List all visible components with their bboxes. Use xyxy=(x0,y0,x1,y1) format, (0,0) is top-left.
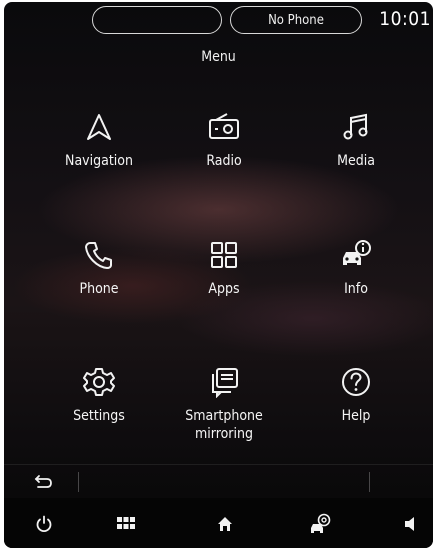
tile-label: Help xyxy=(341,408,371,424)
tile-media[interactable]: Media xyxy=(291,110,421,210)
tile-label: Apps xyxy=(208,281,240,297)
tile-settings[interactable]: Settings xyxy=(34,365,164,465)
divider xyxy=(369,472,370,492)
back-icon xyxy=(33,471,55,493)
divider xyxy=(78,472,79,492)
volume-icon xyxy=(403,516,417,532)
car-settings-button[interactable] xyxy=(306,510,334,538)
phone-status-pill[interactable]: No Phone xyxy=(230,6,362,34)
power-icon xyxy=(35,515,53,533)
tile-navigation[interactable]: Navigation xyxy=(34,110,164,210)
tile-apps[interactable]: Apps xyxy=(159,238,289,338)
phone-status-label: No Phone xyxy=(268,12,324,28)
status-pill-empty[interactable] xyxy=(92,6,222,34)
divider xyxy=(4,464,433,465)
tile-label: Smartphone mirroring xyxy=(185,408,263,442)
help-circle-icon xyxy=(339,365,373,399)
infotainment-screen: No Phone 10:01 Menu Navigation Radio Med… xyxy=(4,2,433,548)
tile-label: Phone xyxy=(79,281,119,297)
gear-icon xyxy=(82,365,116,399)
phone-handset-icon xyxy=(82,238,116,272)
volume-button[interactable] xyxy=(396,510,424,538)
tile-label: Radio xyxy=(206,153,242,169)
apps-grid-icon xyxy=(207,238,241,272)
home-button[interactable] xyxy=(211,510,239,538)
tile-label: Info xyxy=(344,281,368,297)
tile-label: Media xyxy=(337,153,375,169)
car-info-icon xyxy=(339,238,373,272)
tile-label: Navigation xyxy=(65,153,133,169)
navigation-arrow-icon xyxy=(82,110,116,144)
smartphone-mirroring-icon xyxy=(207,365,241,399)
radio-icon xyxy=(207,110,241,144)
tile-phone[interactable]: Phone xyxy=(34,238,164,338)
car-settings-icon xyxy=(309,513,331,535)
tile-label: Settings xyxy=(73,408,125,424)
back-button[interactable] xyxy=(30,468,58,496)
tile-radio[interactable]: Radio xyxy=(159,110,289,210)
menu-button[interactable] xyxy=(112,510,140,538)
menu-grid-icon xyxy=(117,517,135,531)
page-title: Menu xyxy=(201,49,236,65)
home-icon xyxy=(217,516,233,532)
tile-help[interactable]: Help xyxy=(291,365,421,465)
music-note-icon xyxy=(339,110,373,144)
tile-info[interactable]: Info xyxy=(291,238,421,338)
tile-smartphone-mirroring[interactable]: Smartphone mirroring xyxy=(159,365,289,465)
clock: 10:01 xyxy=(379,8,431,30)
bottom-nav-bar xyxy=(4,498,433,548)
power-button[interactable] xyxy=(30,510,58,538)
